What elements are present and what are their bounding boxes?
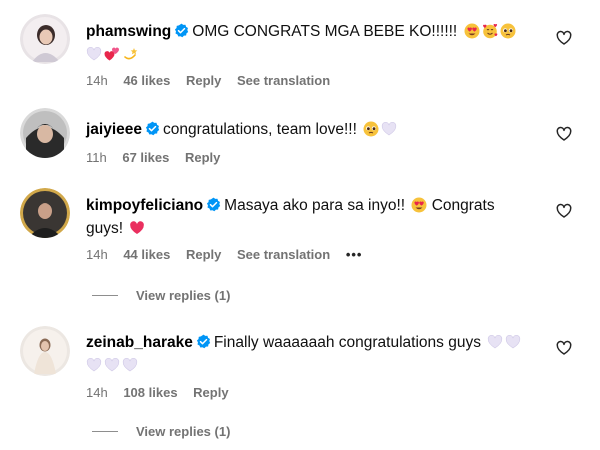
white-heart-emoji-icon [488,334,503,349]
heart-outline-icon[interactable] [556,30,572,46]
comment-text: Masaya ako para sa inyo!! [224,197,406,214]
username[interactable]: phamswing [86,23,171,40]
dizzy-emoji-icon [124,48,138,60]
reply-button[interactable]: Reply [185,150,220,165]
two-hearts-emoji-icon [104,47,120,61]
likes-count[interactable]: 46 likes [123,73,170,88]
reply-button[interactable]: Reply [193,385,228,400]
verified-badge-icon [196,334,210,349]
comment-text-end: guys! [86,220,124,237]
white-heart-emoji-icon [506,334,521,349]
avatar[interactable] [20,14,70,64]
comment-meta: 14h 44 likes Reply See translation ••• [86,247,374,262]
red-heart-emoji-icon [130,221,145,234]
heart-eyes-emoji-icon [411,197,427,213]
view-replies-label[interactable]: View replies (1) [136,424,230,439]
view-replies-button[interactable]: View replies (1) [92,288,230,303]
comment-text-continued: Congrats [431,197,495,214]
see-translation-link[interactable]: See translation [237,73,330,88]
white-heart-emoji-icon [382,121,397,136]
comment-body: kimpoyfeliciano Masaya ako para sa inyo!!… [86,194,526,240]
more-options-button[interactable]: ••• [346,247,363,262]
likes-count[interactable]: 67 likes [122,150,169,165]
likes-count[interactable]: 44 likes [123,247,170,262]
replies-divider-line [92,431,118,432]
username[interactable]: jaiyieee [86,121,142,138]
avatar[interactable] [20,326,70,376]
white-heart-emoji-icon [104,357,120,372]
see-translation-link[interactable]: See translation [237,247,330,262]
comment-text: OMG CONGRATS MGA BEBE KO!!!!!! [192,23,458,40]
pleading-face-emoji-icon [363,121,379,137]
white-heart-emoji-icon [86,46,102,61]
reply-button[interactable]: Reply [186,73,221,88]
pleading-face-emoji-icon [500,23,516,39]
verified-badge-icon [175,23,189,38]
smiling-hearts-emoji-icon [482,23,498,39]
view-replies-button[interactable]: View replies (1) [92,424,230,439]
comment-body: zeinab_harake Finally waaaaaah congratula… [86,331,526,377]
comment-time: 11h [86,150,107,165]
heart-outline-icon[interactable] [556,340,572,356]
reply-button[interactable]: Reply [186,247,221,262]
verified-badge-icon [145,121,160,136]
comment-time: 14h [86,73,108,88]
comment-meta: 11h 67 likes Reply [86,150,232,165]
comment-time: 14h [86,247,108,262]
comment-body: phamswing OMG CONGRATS MGA BEBE KO!!!!!! [86,20,526,66]
heart-outline-icon[interactable] [556,126,572,142]
heart-outline-icon[interactable] [556,203,572,219]
comment-meta: 14h 46 likes Reply See translation [86,73,342,88]
avatar[interactable] [20,108,70,158]
heart-eyes-emoji-icon [464,23,480,39]
username[interactable]: zeinab_harake [86,334,193,351]
replies-divider-line [92,295,118,296]
comment-text: Finally waaaaaah congratulations guys [213,334,481,351]
white-heart-emoji-icon [122,357,138,372]
avatar[interactable] [20,188,70,238]
comment-meta: 14h 108 likes Reply [86,385,241,400]
verified-badge-icon [207,197,221,212]
comment-time: 14h [86,385,108,400]
comment-text: congratulations, team love!!! [163,121,357,138]
likes-count[interactable]: 108 likes [123,385,177,400]
view-replies-label[interactable]: View replies (1) [136,288,230,303]
username[interactable]: kimpoyfeliciano [86,197,203,214]
comment-body: jaiyieee congratulations, team love!!! [86,118,526,141]
white-heart-emoji-icon [86,357,102,372]
